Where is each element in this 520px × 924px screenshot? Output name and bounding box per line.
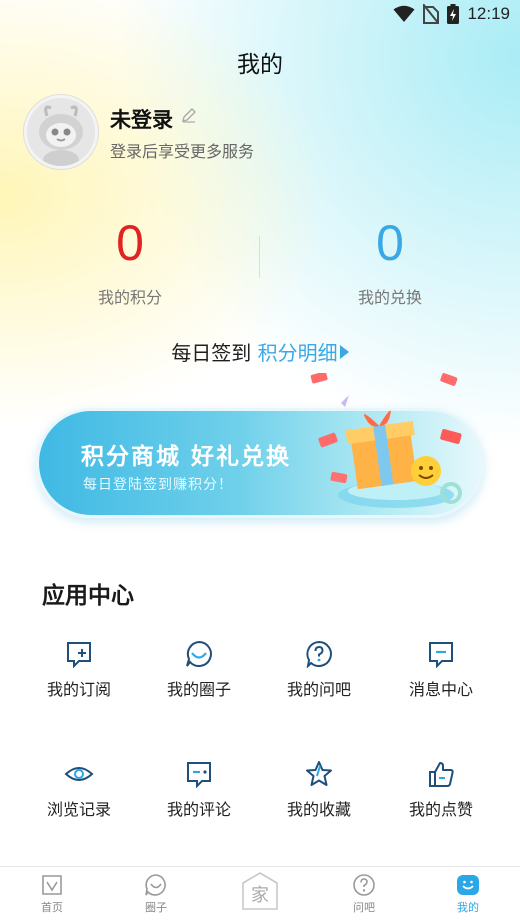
no-sim-icon (423, 4, 440, 24)
checkin-row: 每日签到 积分明细 (0, 337, 520, 366)
tab-home-logo[interactable]: 家 (220, 871, 300, 911)
edit-icon[interactable] (181, 107, 197, 123)
gift-box-illustration-icon (310, 373, 462, 508)
app-item-ask[interactable]: 我的问吧 (264, 640, 374, 700)
tab-label: 问吧 (353, 901, 375, 914)
app-center-title: 应用中心 (42, 583, 134, 609)
app-item-likes[interactable]: 我的点赞 (386, 760, 496, 820)
status-bar: 12:19 (0, 0, 520, 30)
tab-label: 首页 (41, 901, 63, 914)
tab-ask[interactable]: 问吧 (324, 873, 404, 915)
app-label: 我的圈子 (166, 680, 231, 699)
home-logo-icon: 家 (242, 872, 278, 910)
daily-checkin-link[interactable]: 每日签到 (171, 341, 251, 365)
bottom-tab-bar: 首页 圈子 家 问吧 我的 (0, 866, 520, 924)
login-hint: 登录后享受更多服务 (110, 142, 255, 161)
battery-charging-icon (447, 4, 460, 24)
exchange-label: 我的兑换 (357, 288, 422, 307)
banner-title: 积分商城 好礼兑换 (81, 444, 292, 470)
tab-circle[interactable]: 圈子 (116, 873, 196, 915)
question-icon (306, 640, 332, 668)
app-label: 我的订阅 (46, 680, 111, 699)
exchange-stat[interactable]: 0 我的兑换 (290, 212, 490, 308)
app-label: 我的问吧 (286, 680, 351, 699)
home-icon (42, 875, 62, 895)
points-detail-link[interactable]: 积分明细 (258, 341, 349, 365)
home-logo-char: 家 (251, 885, 269, 906)
points-label: 我的积分 (97, 288, 162, 307)
app-item-history[interactable]: 浏览记录 (24, 760, 134, 820)
thumbs-up-icon (429, 762, 454, 787)
subscribe-icon (67, 642, 91, 668)
app-label: 消息中心 (408, 680, 473, 699)
user-name[interactable]: 未登录 (110, 104, 173, 134)
avatar[interactable] (24, 95, 98, 169)
tab-me[interactable]: 我的 (428, 873, 508, 915)
stat-divider (259, 236, 260, 278)
app-item-subscribe[interactable]: 我的订阅 (24, 640, 134, 700)
points-stat[interactable]: 0 我的积分 (30, 212, 230, 308)
circle-icon (145, 874, 166, 896)
points-value: 0 (116, 215, 144, 271)
message-icon (429, 642, 453, 668)
question-icon (353, 874, 375, 896)
tab-home[interactable]: 首页 (12, 873, 92, 915)
eye-icon (64, 767, 94, 781)
app-label: 我的评论 (166, 800, 231, 819)
mascot-avatar-icon (27, 98, 95, 166)
app-item-messages[interactable]: 消息中心 (386, 640, 496, 700)
points-mall-banner[interactable]: 积分商城 好礼兑换 每日登陆签到赚积分！ (36, 373, 484, 518)
page-title: 我的 (237, 52, 283, 78)
banner-subtitle: 每日登陆签到赚积分！ (83, 477, 233, 493)
app-label: 我的收藏 (286, 800, 351, 819)
tab-label: 我的 (457, 901, 479, 914)
status-time: 12:19 (467, 4, 510, 23)
points-detail-label: 积分明细 (257, 341, 338, 365)
app-item-circle[interactable]: 我的圈子 (144, 640, 254, 700)
play-arrow-icon (339, 345, 349, 359)
app-label: 我的点赞 (408, 800, 473, 819)
app-label: 浏览记录 (46, 800, 111, 819)
app-item-favorites[interactable]: 我的收藏 (264, 760, 374, 820)
app-item-comments[interactable]: 我的评论 (144, 760, 254, 820)
comment-icon (187, 762, 211, 788)
tab-label: 圈子 (145, 901, 167, 914)
me-icon (457, 875, 479, 895)
circle-chat-icon (186, 640, 212, 667)
star-icon (306, 761, 332, 786)
wifi-icon (393, 5, 415, 22)
exchange-value: 0 (376, 215, 404, 271)
